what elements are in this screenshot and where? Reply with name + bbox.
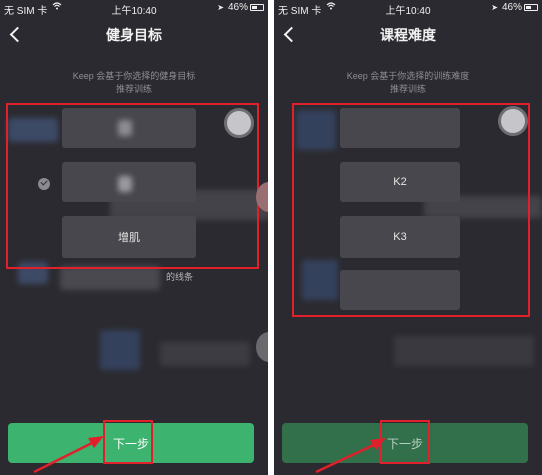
blurred-region <box>394 336 534 366</box>
status-bar: 无 SIM 卡 上午10:40 ➤ 46% <box>274 0 542 17</box>
annotation-box-options <box>6 103 259 269</box>
annotation-arrow <box>315 438 386 474</box>
subtitle-line-1: Keep 会基于你选择的训练难度 <box>346 71 470 81</box>
subtitle-line-2: 推荐训练 <box>115 84 152 94</box>
annotation-arrow <box>33 436 104 474</box>
hint-text: 的线条 <box>166 272 194 282</box>
location-icon: ➤ <box>491 3 498 12</box>
nav-bar: 课程难度 <box>274 18 542 50</box>
annotation-box-next <box>103 420 153 464</box>
phone-screen-course-difficulty: 无 SIM 卡 上午10:40 ➤ 46% 课程难度 Keep 会基于你选择的训… <box>274 0 542 475</box>
battery-percent: 46% <box>501 2 522 13</box>
overlay-circle <box>256 332 268 362</box>
status-bar: 无 SIM 卡 上午10:40 ➤ 46% <box>0 0 268 17</box>
blurred-region <box>100 330 140 370</box>
phone-screen-fitness-goal: 无 SIM 卡 上午10:40 ➤ 46% 健身目标 Keep 会基于你选择的健… <box>0 0 268 475</box>
subtitle-line-2: 推荐训练 <box>389 84 426 94</box>
battery-icon <box>524 4 538 11</box>
blurred-region <box>160 342 250 366</box>
battery-icon <box>250 4 264 11</box>
annotation-box-options <box>292 103 530 317</box>
battery-percent: 46% <box>227 2 248 13</box>
location-icon: ➤ <box>217 3 224 12</box>
nav-bar: 健身目标 <box>0 18 268 50</box>
page-subtitle: Keep 会基于你选择的训练难度 推荐训练 <box>314 70 502 96</box>
page-subtitle: Keep 会基于你选择的健身目标 推荐训练 <box>40 70 228 96</box>
blurred-region <box>60 266 160 290</box>
page-title: 课程难度 <box>380 27 436 43</box>
page-title: 健身目标 <box>106 27 162 43</box>
screenshot-stage: 无 SIM 卡 上午10:40 ➤ 46% 健身目标 Keep 会基于你选择的健… <box>0 0 542 475</box>
subtitle-line-1: Keep 会基于你选择的健身目标 <box>72 71 196 81</box>
